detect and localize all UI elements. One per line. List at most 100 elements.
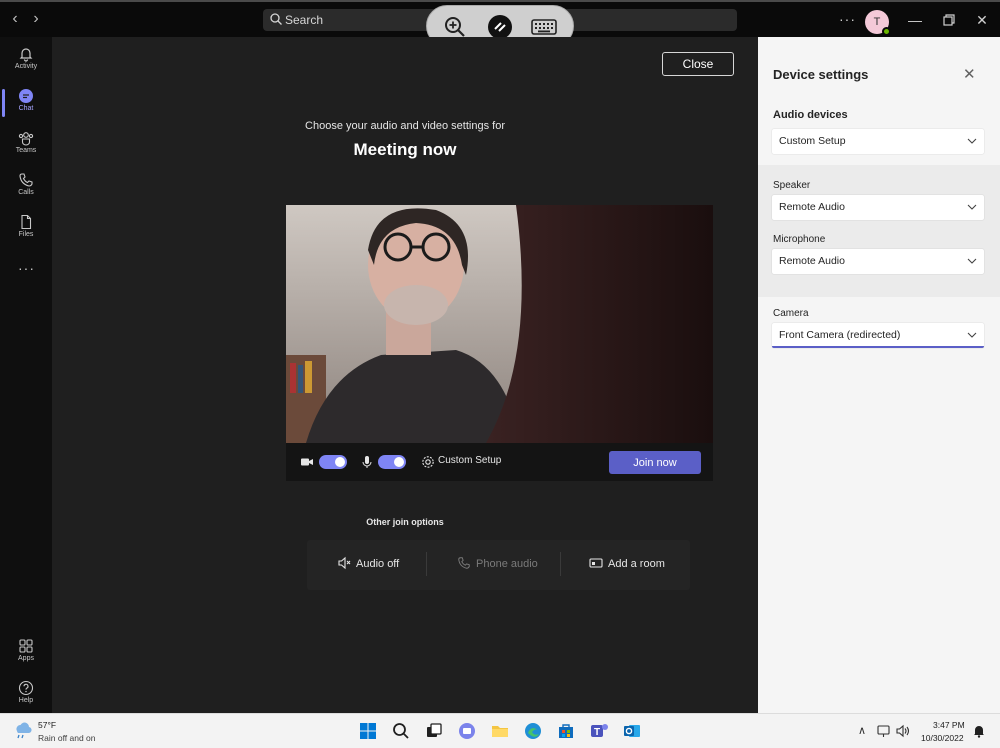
audio-off-label: Audio off [356,558,400,570]
camera-icon [301,458,313,466]
teams-app-icon[interactable]: T [589,721,609,741]
teams-icon [18,132,34,146]
audio-devices-label: Audio devices [773,109,848,121]
camera-toggle[interactable] [319,455,347,469]
audio-off-option[interactable]: Audio off [337,556,399,570]
volume-icon[interactable] [895,723,911,739]
show-hidden-icons-icon[interactable]: ∧ [858,724,866,737]
back-arrow-icon[interactable]: ‹ [6,10,24,28]
phone-audio-label: Phone audio [476,558,538,570]
dropdown-value: Custom Setup [779,135,846,147]
panel-title: Device settings [773,67,869,82]
rail-item-files[interactable]: Files [0,211,52,251]
remote-connection-icon[interactable] [488,15,512,39]
microphone-toggle[interactable] [378,455,406,469]
maximize-icon[interactable] [939,10,959,30]
more-options-icon[interactable]: ··· [839,11,856,27]
rail-item-apps[interactable]: Apps [0,635,52,675]
avatar[interactable]: T [865,10,891,36]
divider [560,552,561,576]
rail-item-label: Calls [18,189,34,196]
gear-icon[interactable] [421,455,435,469]
chevron-down-icon [967,138,977,144]
task-view-icon[interactable] [424,721,444,741]
divider [426,552,427,576]
rail-item-teams[interactable]: Teams [0,127,52,167]
dropdown-value: Remote Audio [779,255,845,267]
search-placeholder: Search [285,13,324,27]
microphone-icon [362,456,372,468]
network-icon[interactable] [876,723,892,739]
rail-item-label: Files [18,231,34,238]
file-explorer-icon[interactable] [490,721,510,741]
rail-item-activity[interactable]: Activity [0,43,52,83]
microphone-dropdown[interactable]: Remote Audio [772,249,984,274]
weather-temperature[interactable]: 57°F [38,720,56,730]
audio-devices-dropdown[interactable]: Custom Setup [772,129,984,154]
phone-icon [19,173,33,187]
avatar-initial: T [873,16,881,28]
custom-setup-link[interactable]: Custom Setup [438,455,501,466]
svg-text:T: T [594,727,600,738]
clock-date[interactable]: 10/30/2022 [921,733,964,743]
apps-icon [19,639,33,653]
camera-preview-image [286,205,713,443]
teams-chat-icon[interactable] [457,721,477,741]
device-settings-panel: Device settings ✕ Audio devices Custom S… [758,37,1000,713]
room-display-icon [589,558,603,568]
rail-item-calls[interactable]: Calls [0,169,52,209]
keyboard-icon[interactable] [530,15,558,39]
edge-browser-icon[interactable] [523,721,543,741]
phone-icon [458,557,470,569]
toggle-knob [335,457,345,467]
outlook-icon[interactable] [622,721,642,741]
speaker-off-icon [338,556,351,570]
join-now-button[interactable]: Join now [609,451,701,474]
close-window-icon[interactable]: ✕ [972,10,992,30]
weather-description[interactable]: Rain off and on [38,733,96,743]
file-icon [21,214,32,230]
rail-item-label: Activity [14,63,38,70]
weather-rain-icon[interactable] [12,720,32,740]
camera-label: Camera [773,308,809,319]
rail-item-chat[interactable]: Chat [0,85,52,125]
rail-item-label: Help [18,697,34,704]
dropdown-value: Remote Audio [779,201,845,213]
microsoft-store-icon[interactable] [556,721,576,741]
search-icon [270,13,282,25]
zoom-in-icon[interactable] [443,15,467,39]
dropdown-value: Front Camera (redirected) [779,329,901,341]
minimize-icon[interactable]: — [905,10,925,30]
teams-window: ‹ › Search ··· T — ✕ Activity Chat Teams… [0,0,1000,748]
add-room-label: Add a room [608,558,665,570]
media-controls-bar: Custom Setup Join now [286,443,713,481]
windows-taskbar: 57°F Rain off and on T ∧ 3:47 PM 10/30/2… [0,713,1000,748]
chevron-down-icon [967,258,977,264]
pre-join-subtitle: Choose your audio and video settings for [305,120,505,132]
toggle-knob [394,457,404,467]
video-preview [286,205,713,443]
windows-start-icon[interactable] [358,721,378,741]
close-button[interactable]: Close [662,52,734,76]
rail-item-label: Chat [18,105,34,112]
rail-item-label: Apps [18,655,34,662]
more-apps-icon[interactable]: ··· [18,260,35,276]
forward-arrow-icon[interactable]: › [27,10,45,28]
microphone-label: Microphone [773,234,826,245]
notification-bell-icon[interactable] [972,724,986,738]
camera-dropdown[interactable]: Front Camera (redirected) [772,323,984,348]
chevron-down-icon [967,204,977,210]
other-join-options-title: Other join options [366,517,444,527]
close-panel-icon[interactable]: ✕ [963,65,976,83]
other-join-options: Audio off Phone audio Add a room [307,540,690,590]
search-icon[interactable] [391,721,411,741]
add-room-option[interactable]: Add a room [589,556,665,570]
clock-time[interactable]: 3:47 PM [933,720,965,730]
app-rail: Activity Chat Teams Calls Files ··· Apps… [0,37,52,713]
speaker-dropdown[interactable]: Remote Audio [772,195,984,220]
meeting-title: Meeting now [353,140,457,159]
rail-item-help[interactable]: Help [0,677,52,717]
chat-icon [19,89,33,103]
phone-audio-option[interactable]: Phone audio [457,556,538,570]
title-bar: ‹ › Search ··· T — ✕ [0,0,1000,47]
